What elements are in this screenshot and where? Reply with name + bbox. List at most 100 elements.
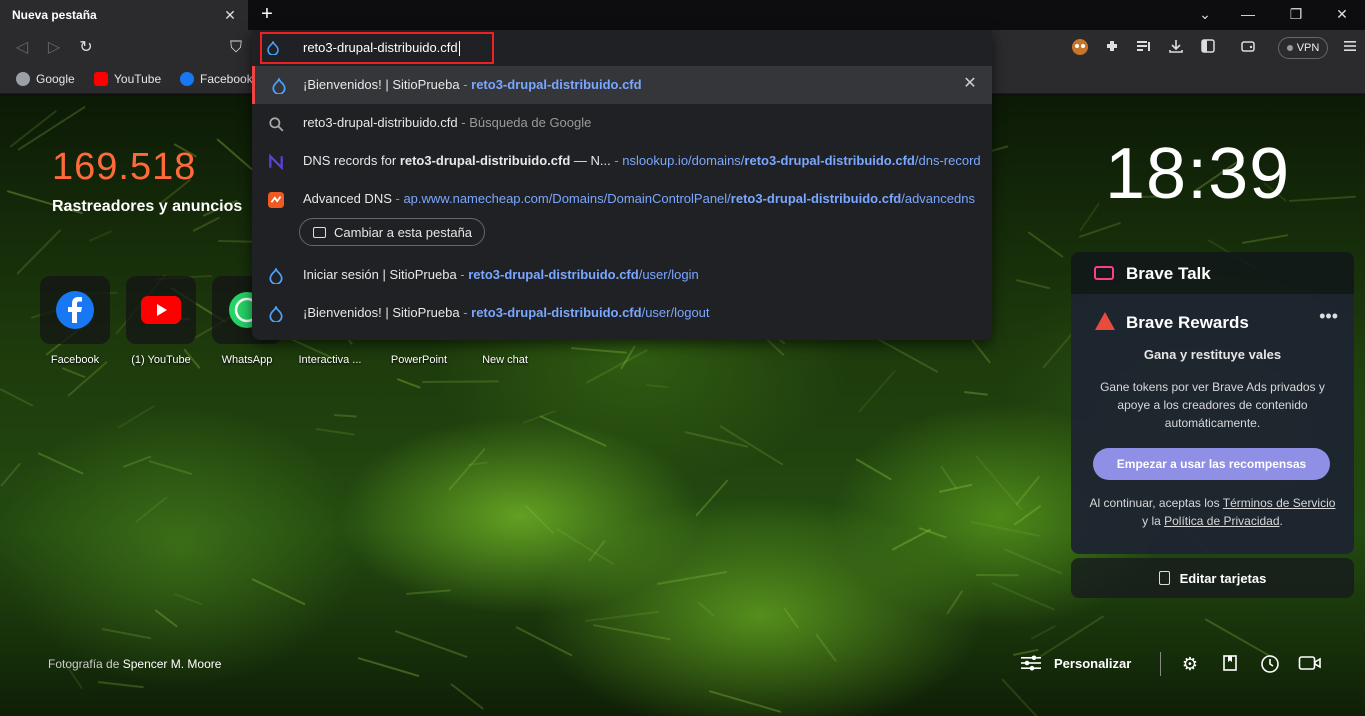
fern-leaf (584, 610, 660, 622)
fern-leaf (1204, 617, 1274, 659)
media-playlist-icon[interactable] (1134, 38, 1154, 58)
omnibox-dropdown: reto3-drupal-distribuido.cfd ¡Bienvenido… (252, 30, 992, 340)
fern-leaf (556, 528, 616, 566)
suggestion-row[interactable]: Iniciar sesión | SitioPrueba - reto3-dru… (252, 256, 992, 294)
suggestion-row[interactable]: ¡Bienvenidos! | SitioPrueba - reto3-drup… (252, 294, 992, 332)
suggestion-title: ¡Bienvenidos! | SitioPrueba (303, 305, 460, 320)
suggestion-url: /advancedns (901, 191, 975, 206)
fern-leaf (1037, 615, 1105, 659)
suggestion-text: DNS records for reto3-drupal-distribuido… (303, 153, 980, 168)
top-site-label: (1) YouTube (131, 354, 191, 366)
fern-leaf (697, 601, 715, 617)
separator: - (457, 115, 470, 130)
brave-talk-card[interactable]: Brave Talk (1071, 252, 1354, 294)
top-site-youtube[interactable] (126, 276, 196, 344)
edit-cards-icon (1158, 571, 1170, 585)
suggestion-url-bold: reto3-drupal-distribuido.cfd (468, 267, 639, 282)
fern-leaf (946, 589, 964, 615)
fern-leaf (592, 624, 672, 641)
restore-button[interactable]: ❐ (1284, 4, 1308, 24)
fern-leaf (571, 347, 628, 354)
suggestion-text: ¡Bienvenidos! | SitioPrueba - reto3-drup… (303, 77, 980, 92)
fern-leaf (251, 577, 307, 606)
fern-leaf (173, 593, 202, 606)
video-camera-icon (1094, 266, 1114, 280)
nslookup-icon (269, 154, 283, 170)
top-site-label: PowerPoint (390, 354, 448, 366)
fern-leaf (1015, 279, 1051, 290)
separator: - (610, 153, 623, 168)
bookmark-page-icon[interactable]: ⛉ (226, 38, 246, 58)
fern-leaf (585, 348, 649, 384)
tab-new-tab[interactable]: Nueva pestaña ✕ (0, 0, 248, 30)
suggestion-source: Búsqueda de Google (469, 115, 592, 130)
suggestion-title: — N... (570, 153, 611, 168)
bookmark-google[interactable]: Google (16, 72, 75, 86)
divider (1160, 652, 1161, 676)
new-tab-button[interactable]: + (258, 4, 276, 26)
tab-search-chevron-icon[interactable]: ⌄ (1193, 4, 1217, 24)
suggestion-url-bold: reto3-drupal-distribuido.cfd (471, 305, 642, 320)
brave-rewards-card: Brave Rewards ••• Gana y restituye vales… (1071, 294, 1354, 554)
fern-leaf (1027, 231, 1064, 259)
vpn-button[interactable]: VPN (1278, 37, 1328, 59)
bookmarks-icon[interactable] (1219, 654, 1241, 674)
fern-leaf (1242, 234, 1289, 244)
address-bar[interactable]: reto3-drupal-distribuido.cfd (252, 30, 992, 66)
rewards-headline: Gana y restituye vales (1143, 347, 1282, 362)
fern-leaf (357, 656, 420, 678)
separator: - (459, 77, 472, 92)
edit-cards-label: Editar tarjetas (1179, 570, 1267, 586)
top-site-facebook[interactable] (40, 276, 110, 344)
fern-leaf (873, 336, 939, 374)
tab-strip: Nueva pestaña ✕ + ⌄ — ❐ ✕ (0, 0, 1365, 30)
back-icon[interactable]: ◁ (12, 38, 32, 58)
brave-shields-icon[interactable] (1070, 38, 1090, 58)
privacy-link[interactable]: Política de Privacidad (1164, 514, 1279, 528)
close-tab-icon[interactable]: ✕ (222, 7, 238, 23)
suggestion-row[interactable]: reto3-drupal-distribuido.cfd - Búsqueda … (252, 104, 992, 142)
bookmark-facebook[interactable]: Facebook (180, 72, 253, 86)
switch-to-tab-button[interactable]: Cambiar a esta pestaña (299, 218, 486, 246)
address-input[interactable]: reto3-drupal-distribuido.cfd (303, 40, 460, 57)
wallet-icon[interactable] (1238, 38, 1258, 58)
edit-cards-button[interactable]: Editar tarjetas (1071, 558, 1354, 598)
suggestion-row[interactable]: ¡Bienvenidos! | SitioPrueba - reto3-drup… (252, 66, 992, 104)
fern-leaf (0, 388, 34, 407)
minimize-button[interactable]: — (1236, 4, 1260, 24)
close-window-button[interactable]: ✕ (1330, 4, 1354, 24)
reload-icon[interactable]: ↻ (76, 38, 96, 58)
suggestion-title: ¡Bienvenidos! | SitioPrueba (303, 77, 460, 92)
suggestion-row[interactable]: Advanced DNS - ap.www.namecheap.com/Doma… (252, 180, 992, 218)
more-options-icon[interactable]: ••• (1319, 306, 1338, 327)
extensions-icon[interactable] (1102, 38, 1122, 58)
fern-leaf (938, 483, 973, 493)
remove-suggestion-icon[interactable]: ✕ (962, 76, 978, 92)
vpn-label: VPN (1296, 42, 1320, 54)
settings-icon[interactable]: ⚙ (1179, 654, 1201, 674)
menu-icon[interactable] (1340, 38, 1360, 58)
start-rewards-button[interactable]: Empezar a usar las recompensas (1093, 448, 1330, 480)
suggestion-url-bold: reto3-drupal-distribuido.cfd (730, 191, 902, 206)
fern-leaf (149, 460, 193, 476)
forward-icon[interactable]: ▷ (44, 38, 64, 58)
rewards-description: Gane tokens por ver Brave Ads privados y… (1100, 380, 1325, 430)
sidebar-icon[interactable] (1198, 38, 1218, 58)
terms-link[interactable]: Términos de Servicio (1223, 496, 1336, 510)
fern-leaf (396, 378, 421, 389)
brave-talk-icon[interactable] (1298, 654, 1321, 674)
top-site-label: New chat (482, 354, 528, 366)
suggestion-row[interactable]: DNS records for reto3-drupal-distribuido… (252, 142, 992, 180)
photo-credit-author[interactable]: Spencer M. Moore (123, 657, 222, 671)
fern-leaf (858, 369, 897, 413)
bookmark-youtube[interactable]: YouTube (94, 72, 161, 86)
customize-button[interactable]: Personalizar (1020, 654, 1131, 672)
fern-leaf (447, 447, 486, 491)
fern-leaf (815, 633, 838, 662)
top-site-label: WhatsApp (221, 354, 273, 366)
suggestion-title: Iniciar sesión | SitioPrueba (303, 267, 457, 282)
downloads-icon[interactable] (1166, 38, 1186, 58)
search-icon (269, 117, 284, 132)
suggestion-title: reto3-drupal-distribuido.cfd (303, 115, 458, 130)
history-icon[interactable] (1259, 654, 1281, 674)
